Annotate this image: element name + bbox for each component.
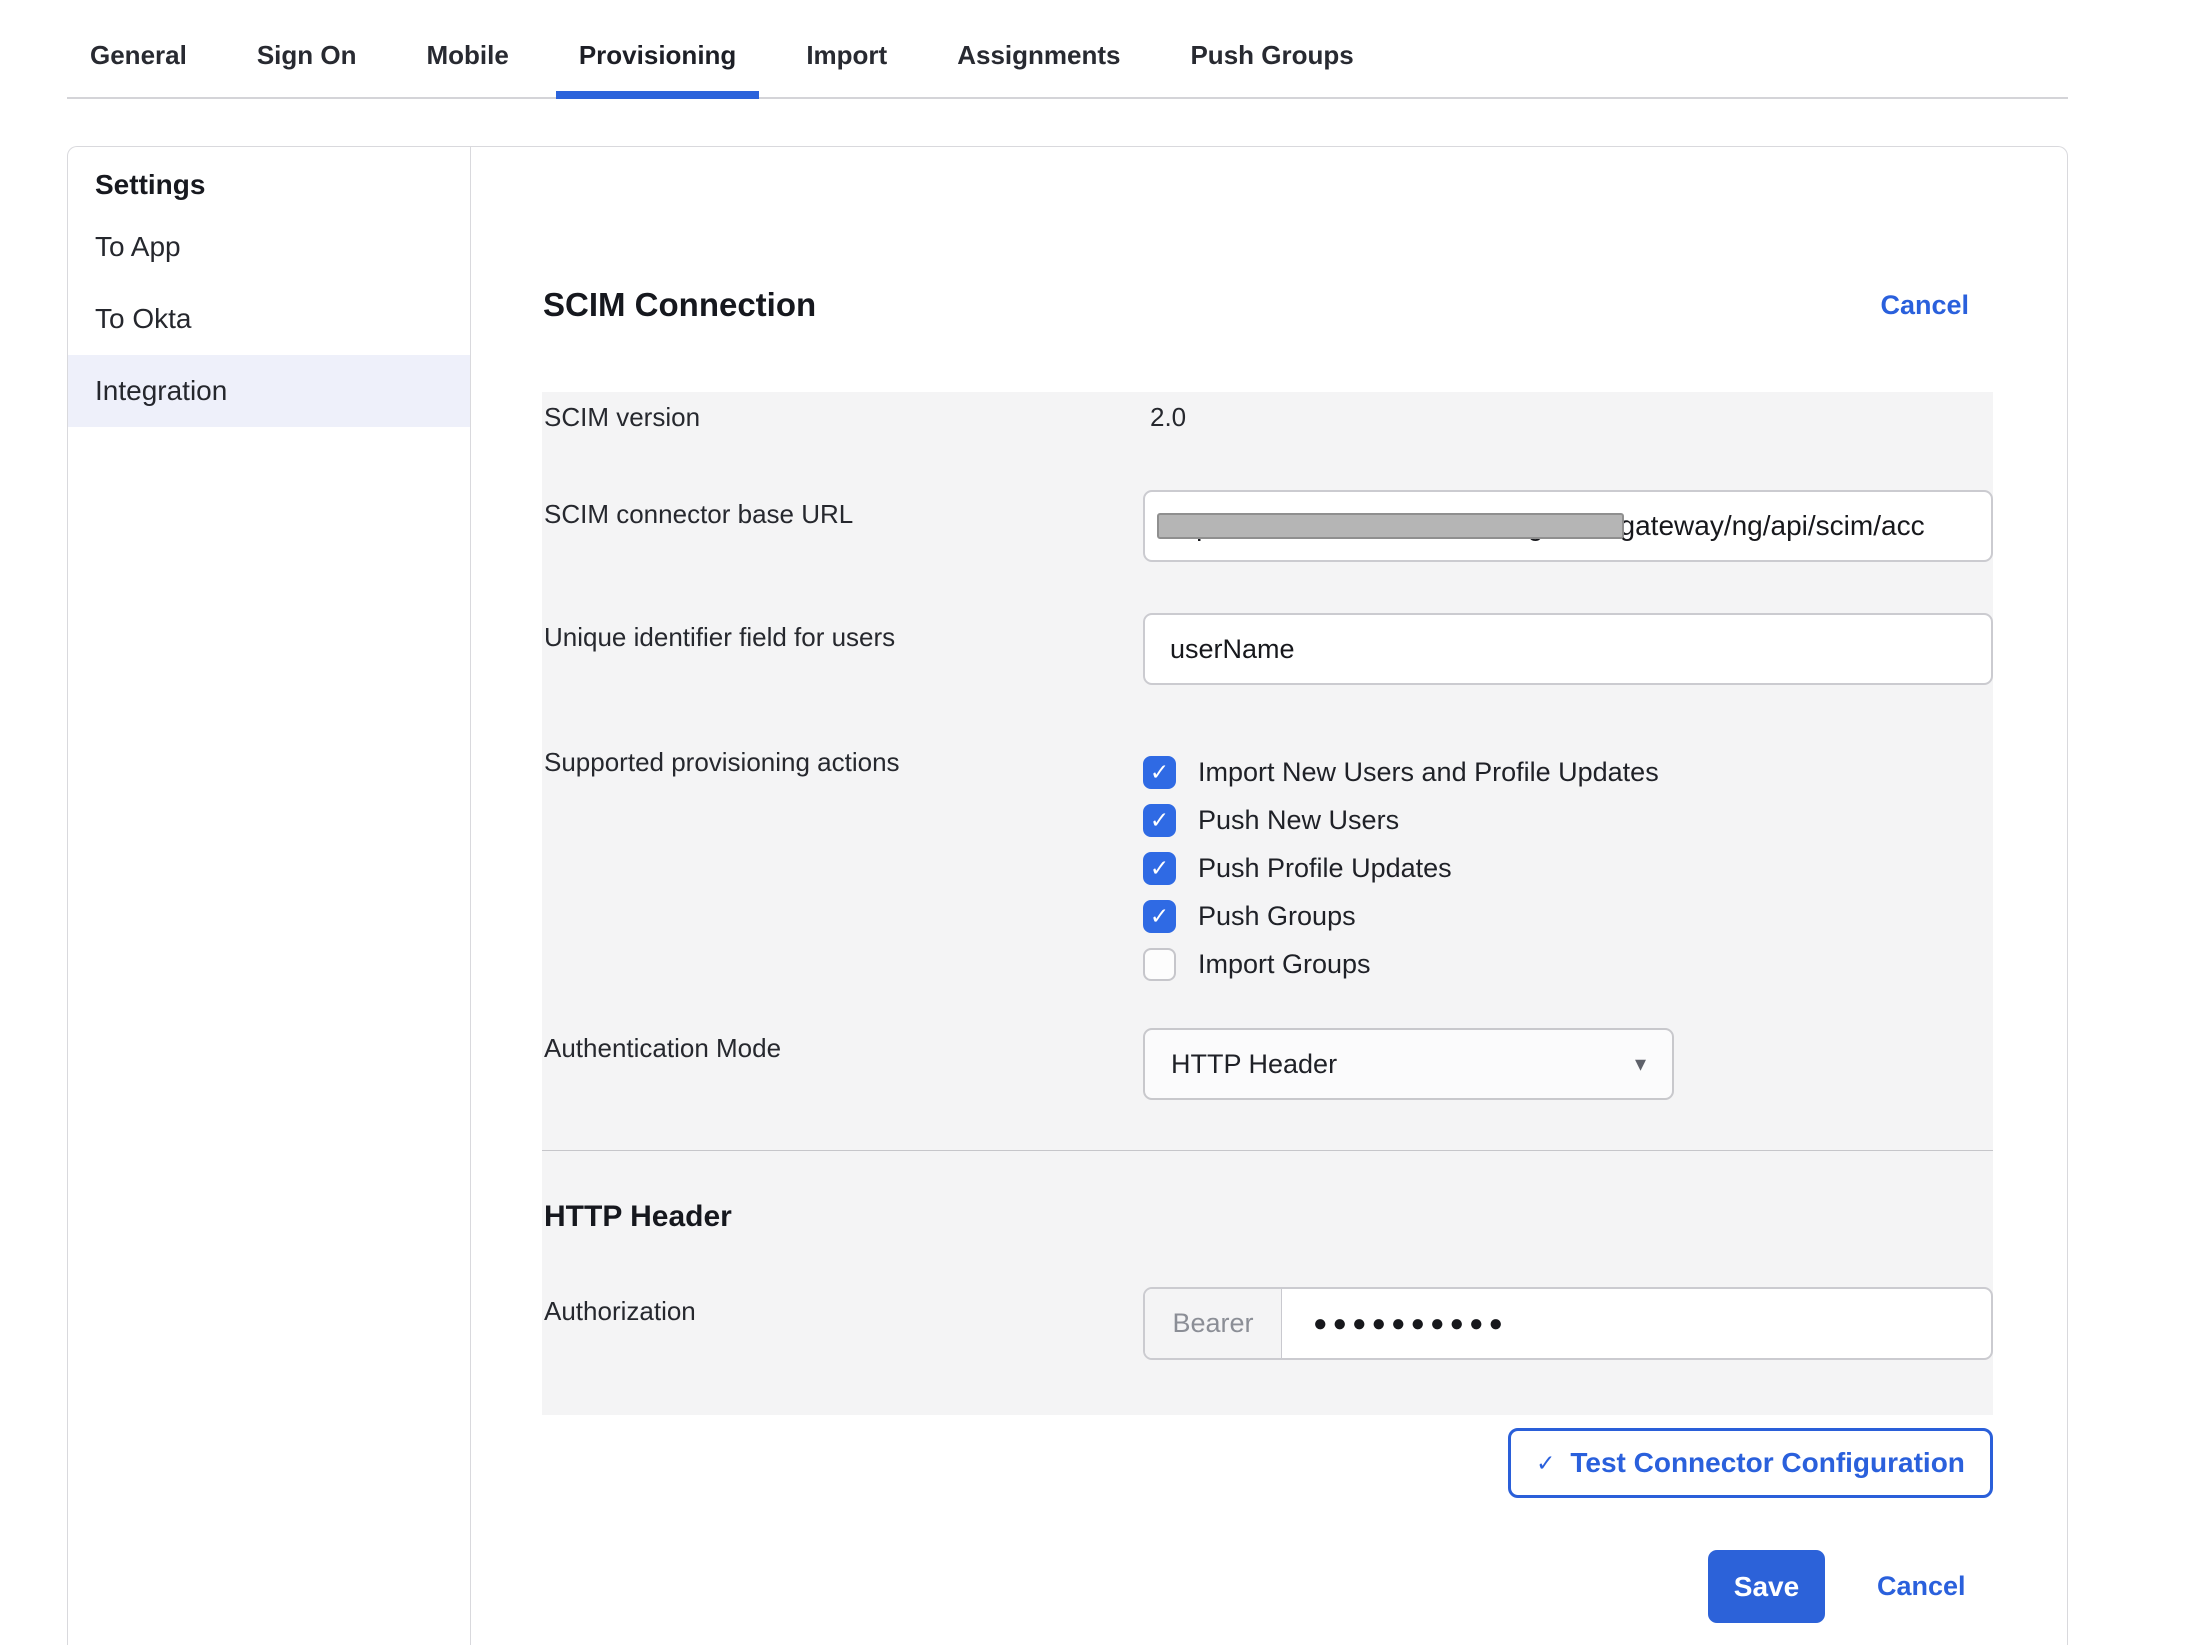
page-title: SCIM Connection bbox=[543, 285, 816, 325]
tab-import[interactable]: Import bbox=[783, 0, 910, 97]
action-label: Import Groups bbox=[1198, 949, 1371, 980]
action-row-import-users[interactable]: Import New Users and Profile Updates bbox=[1143, 748, 1659, 796]
unique-id-input[interactable]: userName bbox=[1143, 613, 1993, 685]
save-button[interactable]: Save bbox=[1708, 1550, 1825, 1623]
sidebar-item-integration[interactable]: Integration bbox=[68, 355, 470, 427]
unique-id-value: userName bbox=[1170, 634, 1295, 665]
sidebar-item-to-okta[interactable]: To Okta bbox=[68, 283, 470, 355]
action-row-push-groups[interactable]: Push Groups bbox=[1143, 892, 1356, 940]
tab-assignments[interactable]: Assignments bbox=[934, 0, 1143, 97]
authorization-label: Authorization bbox=[544, 1294, 696, 1328]
redacted-url-segment: https://h5bd-135-19-67-148.ngrok.io bbox=[1165, 510, 1612, 542]
scim-base-url-input[interactable]: https://h5bd-135-19-67-148.ngrok.io /gat… bbox=[1143, 490, 1993, 562]
action-label: Push Groups bbox=[1198, 901, 1356, 932]
scim-version-value: 2.0 bbox=[1150, 400, 1186, 434]
settings-sidebar: Settings To App To Okta Integration bbox=[68, 147, 471, 1645]
action-row-push-new-users[interactable]: Push New Users bbox=[1143, 796, 1399, 844]
app-window: General Sign On Mobile Provisioning Impo… bbox=[0, 0, 2201, 1645]
tab-general[interactable]: General bbox=[67, 0, 210, 97]
settings-card: Settings To App To Okta Integration SCIM… bbox=[67, 146, 2068, 1645]
scim-version-label: SCIM version bbox=[544, 400, 700, 434]
action-label: Push Profile Updates bbox=[1198, 853, 1452, 884]
action-row-import-groups[interactable]: Import Groups bbox=[1143, 940, 1371, 988]
provisioning-actions-label: Supported provisioning actions bbox=[544, 745, 900, 779]
scim-form-section: SCIM version 2.0 SCIM connector base URL… bbox=[542, 392, 1993, 1415]
bearer-prefix: Bearer bbox=[1145, 1289, 1282, 1358]
action-label: Push New Users bbox=[1198, 805, 1399, 836]
sidebar-item-to-app[interactable]: To App bbox=[68, 211, 470, 283]
unique-id-label: Unique identifier field for users bbox=[544, 620, 895, 654]
checkbox-import-users-icon[interactable] bbox=[1143, 756, 1176, 789]
tab-push-groups[interactable]: Push Groups bbox=[1167, 0, 1376, 97]
checkbox-push-new-users-icon[interactable] bbox=[1143, 804, 1176, 837]
auth-mode-label: Authentication Mode bbox=[544, 1031, 781, 1065]
check-icon: ✓ bbox=[1536, 1452, 1555, 1475]
scim-connection-panel: SCIM Connection Cancel SCIM version 2.0 … bbox=[471, 147, 2067, 1645]
chevron-down-icon: ▾ bbox=[1635, 1051, 1646, 1077]
authorization-token-input[interactable]: ●●●●●●●●●● bbox=[1282, 1289, 1991, 1358]
tab-mobile[interactable]: Mobile bbox=[404, 0, 532, 97]
auth-mode-select[interactable]: HTTP Header ▾ bbox=[1143, 1028, 1674, 1100]
authorization-input-group[interactable]: Bearer ●●●●●●●●●● bbox=[1143, 1287, 1993, 1360]
http-header-heading: HTTP Header bbox=[544, 1198, 732, 1236]
redaction-bar bbox=[1157, 513, 1624, 539]
app-tab-bar: General Sign On Mobile Provisioning Impo… bbox=[67, 0, 2068, 99]
base-url-label: SCIM connector base URL bbox=[544, 497, 853, 531]
tab-provisioning[interactable]: Provisioning bbox=[556, 0, 759, 97]
auth-mode-value: HTTP Header bbox=[1171, 1049, 1337, 1080]
cancel-link-top[interactable]: Cancel bbox=[1880, 290, 1969, 321]
checkbox-push-groups-icon[interactable] bbox=[1143, 900, 1176, 933]
action-label: Import New Users and Profile Updates bbox=[1198, 757, 1659, 788]
tab-sign-on[interactable]: Sign On bbox=[234, 0, 380, 97]
checkbox-push-profile-updates-icon[interactable] bbox=[1143, 852, 1176, 885]
cancel-link-bottom[interactable]: Cancel bbox=[1877, 1571, 1966, 1602]
test-connector-button[interactable]: ✓ Test Connector Configuration bbox=[1508, 1428, 1993, 1498]
test-connector-label: Test Connector Configuration bbox=[1570, 1447, 1965, 1479]
checkbox-import-groups-icon[interactable] bbox=[1143, 948, 1176, 981]
visible-url-text: /gateway/ng/api/scim/acc bbox=[1612, 510, 1925, 542]
sidebar-heading: Settings bbox=[68, 159, 470, 211]
section-divider bbox=[542, 1150, 1993, 1151]
action-row-push-profile-updates[interactable]: Push Profile Updates bbox=[1143, 844, 1452, 892]
